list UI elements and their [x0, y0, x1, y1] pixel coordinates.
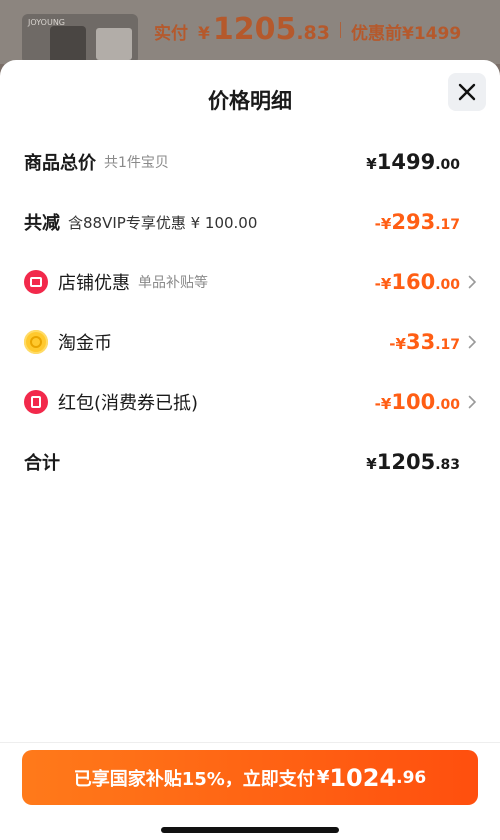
currency: -¥: [374, 215, 392, 233]
item-count: 共1件宝贝: [104, 155, 169, 171]
amount-int: 33: [405, 330, 436, 354]
original-price-label: 优惠前: [351, 24, 403, 44]
paid-currency: ¥: [198, 24, 210, 44]
row-item-total: 商品总价 共1件宝贝 ¥ 1499 .00: [24, 142, 478, 182]
pay-currency: ¥: [316, 767, 330, 788]
close-button[interactable]: [448, 73, 486, 111]
amount-int: 160: [391, 270, 436, 294]
pay-button-text: 已享国家补贴15%，立即支付: [73, 768, 315, 790]
amount-int: 1205: [376, 450, 436, 474]
divider: [340, 21, 342, 38]
home-indicator[interactable]: [161, 827, 339, 833]
chevron-right-icon: [468, 335, 478, 349]
original-price: ¥1499: [402, 24, 462, 44]
row-sum: 合计 ¥ 1205 .83: [24, 442, 478, 482]
chevron-right-icon: [468, 395, 478, 409]
pay-amount-int: 1024: [329, 763, 397, 792]
paid-amount-dec: .83: [296, 22, 331, 44]
currency: ¥: [366, 455, 377, 473]
vip-discount-note: 含88VIP专享优惠 ¥ 100.00: [68, 213, 258, 232]
row-red-packet[interactable]: 红包(消费券已抵) -¥ 100 .00: [24, 382, 478, 422]
row-taojinbi[interactable]: 淘金币 -¥ 33 .17: [24, 322, 478, 362]
amount-int: 1499: [376, 150, 436, 174]
pay-amount-dec: .96: [396, 767, 427, 788]
red-packet-label: 红包(消费券已抵): [58, 393, 199, 414]
pay-now-button[interactable]: 已享国家补贴15%，立即支付 ¥ 1024 .96: [22, 750, 478, 805]
item-total-label: 商品总价: [24, 153, 96, 174]
background-header: JOYOUNG 实付 ¥ 1205 .83 优惠前 ¥1499: [0, 0, 500, 64]
shop-discount-amount: -¥ 160 .00: [375, 270, 460, 294]
taojinbi-label: 淘金币: [58, 333, 112, 354]
item-total-amount: ¥ 1499 .00: [366, 150, 460, 174]
taojinbi-amount: -¥ 33 .17: [389, 330, 460, 354]
amount-dec: .00: [435, 277, 460, 293]
amount-dec: .00: [435, 157, 460, 173]
paid-amount-int: 1205: [212, 12, 297, 47]
amount-int: 100: [391, 390, 436, 414]
amount-dec: .17: [435, 217, 460, 233]
currency: -¥: [389, 335, 406, 353]
paid-label: 实付: [154, 24, 188, 44]
shop-discount-note: 单品补贴等: [138, 275, 208, 291]
currency: -¥: [374, 395, 392, 413]
total-discount-label: 共减: [24, 213, 60, 234]
shop-discount-label: 店铺优惠: [58, 273, 130, 294]
row-shop-discount[interactable]: 店铺优惠 单品补贴等 -¥ 160 .00: [24, 262, 478, 302]
product-thumbnail: JOYOUNG: [22, 14, 138, 64]
product-image: [50, 26, 86, 64]
footer-divider: [0, 742, 500, 743]
currency: ¥: [366, 155, 377, 173]
currency: -¥: [374, 275, 392, 293]
red-packet-amount: -¥ 100 .00: [375, 390, 460, 414]
red-packet-icon: [24, 390, 48, 414]
product-box-image: [96, 28, 132, 60]
close-icon: [458, 83, 476, 101]
chevron-right-icon: [468, 275, 478, 289]
row-total-discount: 共减 含88VIP专享优惠 ¥ 100.00 -¥ 293 .17: [24, 202, 478, 242]
coin-icon: [24, 330, 48, 354]
amount-dec: .83: [435, 457, 460, 473]
amount-dec: .17: [435, 337, 460, 353]
sheet-title: 价格明细: [208, 89, 292, 113]
shop-icon: [24, 270, 48, 294]
amount-dec: .00: [435, 397, 460, 413]
total-discount-amount: -¥ 293 .17: [375, 210, 460, 234]
amount-int: 293: [391, 210, 436, 234]
price-detail-sheet: 价格明细 商品总价 共1件宝贝 ¥ 1499 .00 共减 含88VIP专享优惠…: [0, 60, 500, 840]
sum-label: 合计: [24, 453, 60, 474]
sum-amount: ¥ 1205 .83: [366, 450, 460, 474]
paid-summary: 实付 ¥ 1205 .83 优惠前 ¥1499: [154, 12, 461, 47]
